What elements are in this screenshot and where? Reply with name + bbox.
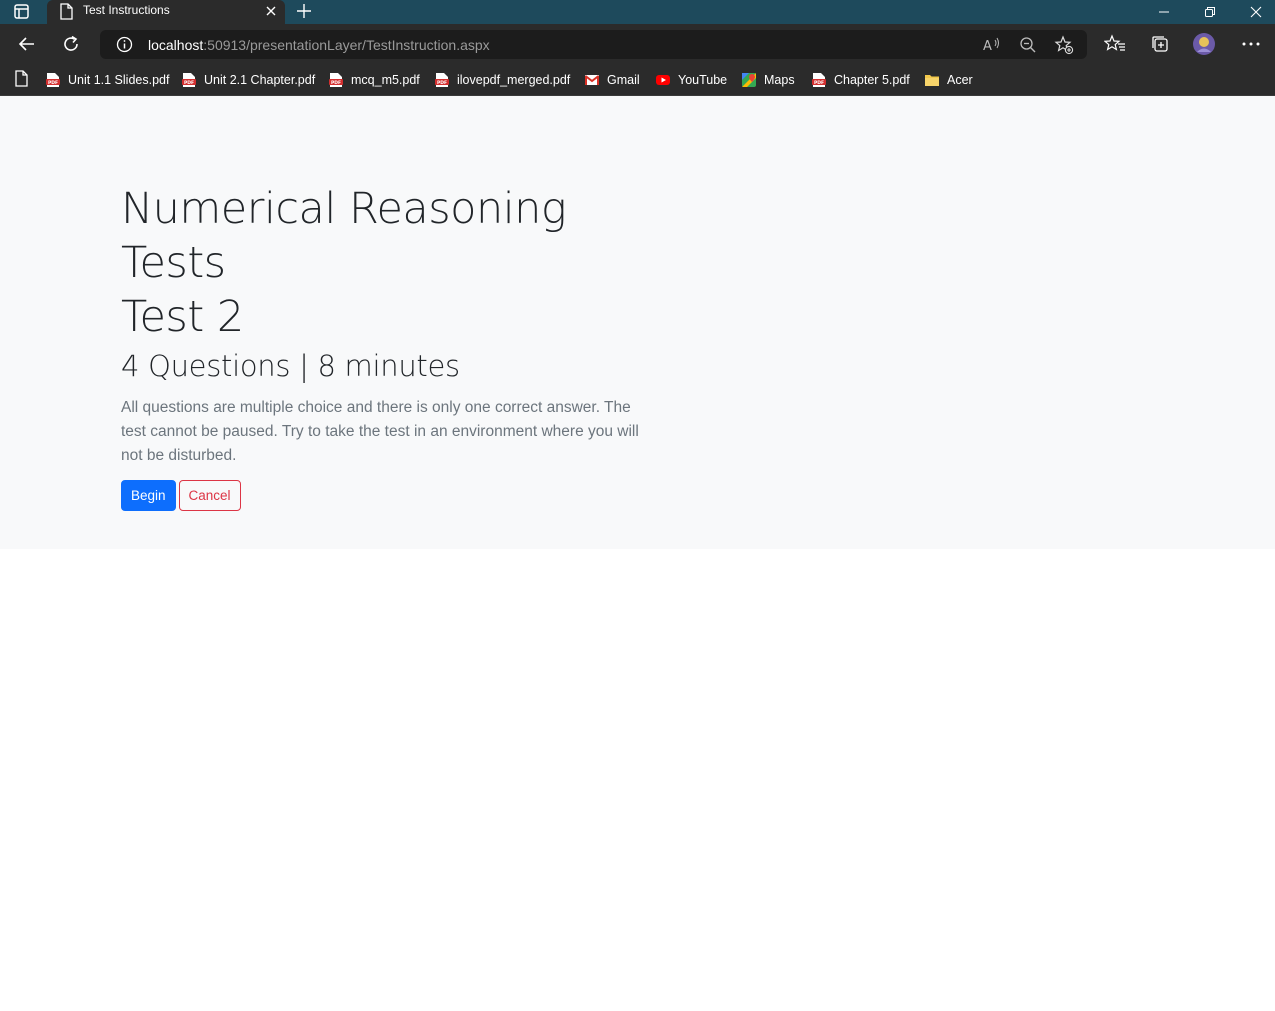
url-host: localhost <box>148 37 204 53</box>
collections-icon[interactable] <box>1148 32 1172 56</box>
begin-button[interactable]: Begin <box>121 480 176 511</box>
close-window-icon[interactable] <box>1233 0 1275 24</box>
pdf-icon: PDF <box>328 72 344 88</box>
bookmark-label: mcq_m5.pdf <box>351 73 420 87</box>
page-icon <box>59 3 73 25</box>
address-bar[interactable]: localhost:50913/presentationLayer/TestIn… <box>100 30 1087 59</box>
read-aloud-icon[interactable]: A <box>981 34 1003 56</box>
title-line-1: Numerical Reasoning Tests <box>121 184 567 288</box>
page-title: Numerical Reasoning Tests Test 2 <box>121 182 641 344</box>
bookmark-label: Unit 2.1 Chapter.pdf <box>204 73 316 87</box>
back-arrow-icon[interactable] <box>15 32 39 56</box>
bookmark-item[interactable]: PDF Unit 1.1 Slides.pdf <box>45 69 169 91</box>
maps-icon <box>741 72 757 88</box>
action-buttons: Begin Cancel <box>121 480 641 511</box>
svg-text:PDF: PDF <box>184 80 194 86</box>
bookmarks-page-icon[interactable] <box>14 70 28 92</box>
bookmark-item[interactable]: Maps <box>741 69 795 91</box>
bookmark-item[interactable]: PDF Chapter 5.pdf <box>811 69 910 91</box>
bookmark-label: Chapter 5.pdf <box>834 73 910 87</box>
bookmark-label: ilovepdf_merged.pdf <box>457 73 571 87</box>
bookmark-label: Unit 1.1 Slides.pdf <box>68 73 170 87</box>
bookmark-item[interactable]: YouTube <box>655 69 727 91</box>
profile-avatar[interactable] <box>1192 32 1216 56</box>
title-line-2: Test 2 <box>121 292 244 342</box>
tab-title: Test Instructions <box>83 3 170 17</box>
browser-tab[interactable]: Test Instructions <box>47 0 285 24</box>
pdf-icon: PDF <box>181 72 197 88</box>
bookmark-item[interactable]: Gmail <box>584 69 640 91</box>
bookmark-label: Gmail <box>607 73 640 87</box>
pdf-icon: PDF <box>811 72 827 88</box>
bookmark-label: YouTube <box>678 73 728 87</box>
bookmark-label: Maps <box>764 73 795 87</box>
test-summary: 4 Questions | 8 minutes <box>121 349 460 383</box>
instructions-text: All questions are multiple choice and th… <box>121 399 639 464</box>
svg-text:PDF: PDF <box>331 80 341 86</box>
url-path: :50913/presentationLayer/TestInstruction… <box>203 37 490 53</box>
page-viewport: Numerical Reasoning Tests Test 2 4 Quest… <box>0 96 1275 1011</box>
svg-text:PDF: PDF <box>48 80 58 86</box>
title-bar: Test Instructions <box>0 0 1275 24</box>
svg-text:A: A <box>983 39 992 54</box>
gmail-icon <box>584 72 600 88</box>
minimize-icon[interactable] <box>1141 0 1187 24</box>
bookmark-item[interactable]: Acer <box>924 69 973 91</box>
refresh-icon[interactable] <box>59 32 83 56</box>
bookmark-item[interactable]: PDF Unit 2.1 Chapter.pdf <box>181 69 315 91</box>
bookmark-label: Acer <box>947 73 973 87</box>
restore-icon[interactable] <box>1187 0 1233 24</box>
pdf-icon: PDF <box>434 72 450 88</box>
zoom-out-icon[interactable] <box>1017 34 1039 56</box>
instruction-panel: Numerical Reasoning Tests Test 2 4 Quest… <box>121 182 641 511</box>
youtube-icon <box>655 72 671 88</box>
folder-icon <box>924 72 940 88</box>
favorites-icon[interactable] <box>1103 32 1127 56</box>
cancel-button[interactable]: Cancel <box>178 480 241 511</box>
site-info-icon[interactable] <box>116 36 133 58</box>
bookmark-item[interactable]: PDF mcq_m5.pdf <box>328 69 420 91</box>
new-tab-icon[interactable] <box>295 2 313 20</box>
pdf-icon: PDF <box>45 72 61 88</box>
more-options-icon[interactable] <box>1239 32 1263 56</box>
add-favorite-icon[interactable] <box>1053 34 1075 56</box>
tab-actions-icon[interactable] <box>12 3 32 21</box>
svg-text:PDF: PDF <box>814 80 824 86</box>
svg-text:PDF: PDF <box>437 80 447 86</box>
bookmark-item[interactable]: PDF ilovepdf_merged.pdf <box>434 69 570 91</box>
url-text: localhost:50913/presentationLayer/TestIn… <box>148 37 490 53</box>
jumbotron: Numerical Reasoning Tests Test 2 4 Quest… <box>0 96 1275 549</box>
close-tab-icon[interactable] <box>263 3 279 19</box>
bookmarks-bar: PDF Unit 1.1 Slides.pdf PDF Unit 2.1 Cha… <box>0 64 1275 96</box>
